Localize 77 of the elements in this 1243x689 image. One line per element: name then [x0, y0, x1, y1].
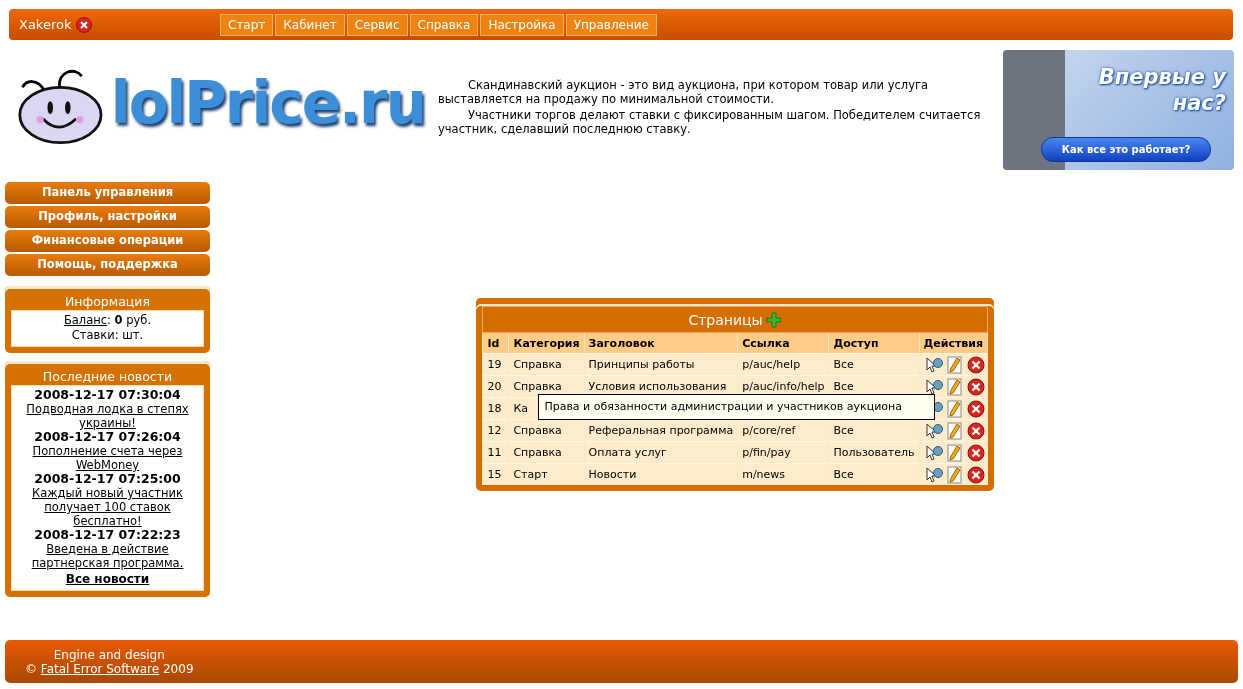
news-link[interactable]: Подводная лодка в степях украины!: [16, 402, 199, 430]
table-cell: Принципы работы: [584, 353, 738, 376]
intro-text: Скандинавский аукцион - это вид аукциона, при котором товар или услуга выставляется на продажу по минимальной стоимости.: [438, 78, 930, 106]
logout-icon[interactable]: [76, 16, 93, 33]
news-link[interactable]: Каждый новый участник получает 100 ставок бесплатно!: [16, 486, 199, 528]
banner[interactable]: Впервые у нас? Как все это работает?: [1003, 50, 1234, 170]
view-icon[interactable]: [925, 465, 944, 484]
delete-icon[interactable]: [967, 421, 986, 440]
table-cell: 19: [482, 353, 509, 376]
table-cell: m/news: [737, 463, 829, 485]
intro-text: Участники торгов делают ставки с фиксированным шагом. Победителем считается участник, сделавший последнюю ставку.: [438, 108, 982, 136]
table-cell: Оплата услуг: [584, 441, 738, 464]
news-date: 2008-12-17 07:25:00: [33, 472, 182, 486]
news-date: 2008-12-17 07:30:04: [33, 388, 182, 402]
edit-icon[interactable]: [947, 465, 964, 484]
delete-icon[interactable]: [967, 355, 986, 374]
table-cell: 11: [482, 441, 509, 464]
table-cell: Справка: [508, 441, 585, 464]
table-cell: Пользователь: [829, 441, 919, 464]
table-title: Страницы: [688, 311, 763, 328]
nav-tab[interactable]: Сервис: [346, 13, 408, 36]
panel-title: Информация: [63, 294, 151, 310]
edit-icon[interactable]: [947, 377, 964, 396]
sidebar-menu-item[interactable]: Финансовые операции: [5, 230, 210, 252]
edit-icon[interactable]: [947, 355, 964, 374]
copyright-text: © Fatal Error Software 2009: [25, 662, 194, 676]
table-cell: Новости: [584, 463, 738, 485]
view-icon[interactable]: [925, 355, 944, 374]
table-cell: Все: [829, 463, 919, 485]
news-date: 2008-12-17 07:22:23: [33, 528, 182, 542]
company-link[interactable]: Fatal Error Software: [40, 662, 160, 676]
table-cell: Старт: [508, 463, 585, 485]
edit-icon[interactable]: [947, 443, 964, 462]
news-date: 2008-12-17 07:26:04: [33, 430, 182, 444]
nav-tab[interactable]: Кабинет: [275, 13, 345, 36]
view-icon[interactable]: [925, 421, 944, 440]
nav-tab[interactable]: Справка: [409, 13, 479, 36]
sidebar-menu-item[interactable]: Помощь, поддержка: [5, 254, 210, 276]
column-header: Действия: [919, 332, 988, 354]
all-news-link[interactable]: Все новости: [16, 572, 199, 587]
panel-title: Последние новости: [41, 369, 174, 385]
username: Xakerok: [19, 17, 72, 32]
view-icon[interactable]: [925, 377, 944, 396]
nav-tab[interactable]: Настройка: [480, 13, 564, 36]
column-header: Ссылка: [737, 332, 829, 354]
view-icon[interactable]: [925, 443, 944, 462]
how-it-works-button[interactable]: Как все это работает?: [1041, 137, 1211, 162]
table-cell: 15: [482, 463, 509, 485]
table-cell: Все: [829, 353, 919, 376]
banner-title: Впервые у нас?: [1097, 64, 1226, 116]
delete-icon[interactable]: [967, 399, 986, 418]
footer-text: Engine and design: [53, 648, 165, 662]
table-cell: p/auc/help: [737, 353, 829, 376]
news-link[interactable]: Введена в действие партнерская программа.: [16, 542, 199, 570]
table-cell: Справка: [508, 353, 585, 376]
news-link[interactable]: Пополнение счета через WebMoney: [16, 444, 199, 472]
balance-text: Баланс: 0 руб.: [62, 313, 153, 328]
nav-tab[interactable]: Старт: [220, 13, 274, 36]
nav-tab[interactable]: Управление: [565, 13, 657, 36]
delete-icon[interactable]: [967, 465, 986, 484]
bids-text: Ставки: шт.: [70, 328, 145, 343]
sidebar-menu-item[interactable]: Панель управления: [5, 182, 210, 204]
edit-icon[interactable]: [947, 421, 964, 440]
edit-icon[interactable]: [947, 399, 964, 418]
column-header: Id: [482, 332, 509, 354]
delete-icon[interactable]: [967, 377, 986, 396]
table-cell: 18: [482, 397, 509, 420]
table-cell: 20: [482, 375, 509, 398]
tooltip: Права и обязанности администрации и участников аукциона: [538, 394, 936, 420]
column-header: Категория: [508, 332, 585, 354]
table-cell: 12: [482, 419, 509, 442]
column-header: Заголовок: [584, 332, 738, 354]
delete-icon[interactable]: [967, 443, 986, 462]
logo-text: lolPrice.ru: [110, 69, 425, 137]
table-cell: p/fin/pay: [737, 441, 829, 464]
column-header: Доступ: [829, 332, 919, 354]
sidebar-menu-item[interactable]: Профиль, настройки: [5, 206, 210, 228]
